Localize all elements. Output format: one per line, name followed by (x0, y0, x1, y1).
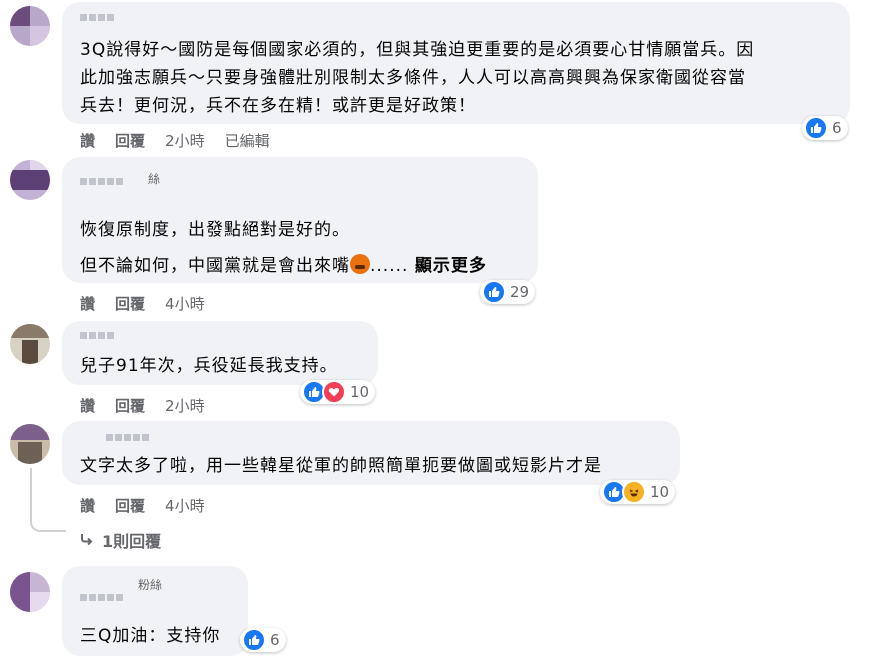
reply-thread-line (30, 468, 66, 532)
reaction-count: 29 (510, 283, 530, 301)
avatar[interactable] (10, 160, 50, 200)
reaction-count: 6 (832, 119, 842, 137)
timestamp[interactable]: 2小時 (165, 395, 205, 416)
comment-actions: 讚 回覆 4小時 (80, 293, 205, 314)
like-link[interactable]: 讚 (80, 395, 95, 416)
like-link[interactable]: 讚 (80, 495, 95, 516)
timestamp[interactable]: 4小時 (165, 495, 205, 516)
avatar[interactable] (10, 424, 50, 464)
love-icon (322, 380, 346, 404)
avatar[interactable] (10, 324, 50, 364)
reply-link[interactable]: 回覆 (115, 130, 145, 151)
like-link[interactable]: 讚 (80, 130, 95, 151)
see-more-link[interactable]: 顯示更多 (415, 256, 487, 276)
edited-label: 已編輯 (224, 132, 270, 150)
comment-text: 三Q加油：支持你 (80, 626, 221, 646)
comment-actions: 讚 回覆 4小時 (80, 495, 205, 516)
view-replies-link[interactable]: 1則回覆 (80, 528, 161, 552)
commenter-name-blurred[interactable] (80, 174, 128, 192)
commenter-name-blurred[interactable] (80, 10, 124, 28)
like-icon (242, 628, 266, 652)
commenter-name-blurred[interactable] (80, 326, 124, 344)
timestamp[interactable]: 4小時 (165, 293, 205, 314)
avatar[interactable] (10, 6, 50, 46)
comment-text: 但不論如何，中國黨就是會出來嘴...... 顯示更多 (80, 254, 487, 276)
angry-cursing-emoji-icon (350, 254, 370, 274)
like-link[interactable]: 讚 (80, 293, 95, 314)
reply-link[interactable]: 回覆 (115, 293, 145, 314)
reaction-count: 6 (270, 631, 280, 649)
haha-icon (622, 480, 646, 504)
reaction-summary[interactable]: 10 (600, 480, 676, 504)
timestamp[interactable]: 2小時 (165, 130, 205, 151)
comment-text: 兒子91年次，兵役延長我支持。 (80, 356, 338, 376)
reply-arrow-icon (80, 531, 94, 550)
comment-text: 3Q說得好～國防是每個國家必須的，但與其強迫更重要的是必須要心甘情願當兵。因 此… (80, 40, 755, 116)
comment-text: 恢復原制度，出發點絕對是好的。 (80, 220, 350, 240)
reaction-summary[interactable]: 29 (480, 280, 536, 304)
like-icon (804, 116, 828, 140)
reaction-summary[interactable]: 10 (300, 380, 376, 404)
commenter-name-blurred[interactable] (80, 590, 128, 608)
commenter-name-blurred[interactable] (106, 430, 158, 448)
comment-actions: 讚 回覆 2小時 (80, 395, 205, 416)
like-icon (482, 280, 506, 304)
reply-link[interactable]: 回覆 (115, 395, 145, 416)
reply-link[interactable]: 回覆 (115, 495, 145, 516)
comment-actions: 讚 回覆 2小時 已編輯 (80, 130, 270, 151)
comment-text: 文字太多了啦，用一些韓星從軍的帥照簡單扼要做圖或短影片才是 (80, 456, 602, 476)
reaction-summary[interactable]: 6 (802, 116, 848, 140)
reaction-count: 10 (350, 383, 370, 401)
avatar[interactable] (10, 572, 50, 612)
reaction-summary[interactable]: 6 (240, 628, 286, 652)
name-suffix: 絲 (148, 172, 161, 186)
name-suffix: 粉絲 (138, 578, 163, 592)
reaction-count: 10 (650, 483, 670, 501)
